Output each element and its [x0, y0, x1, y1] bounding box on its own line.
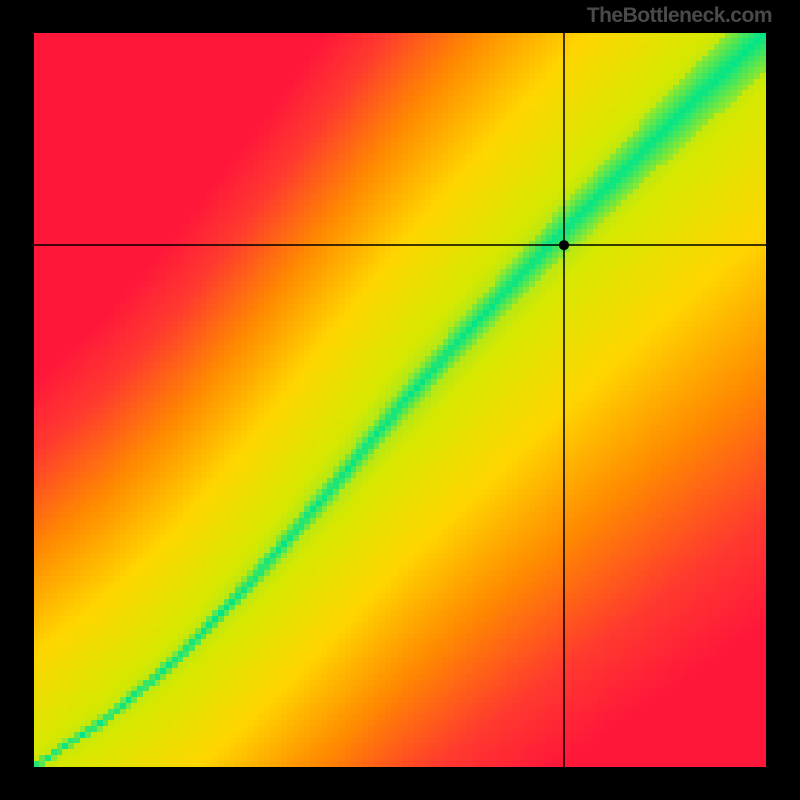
watermark: TheBottleneck.com [587, 4, 772, 28]
crosshair-overlay [0, 0, 800, 800]
